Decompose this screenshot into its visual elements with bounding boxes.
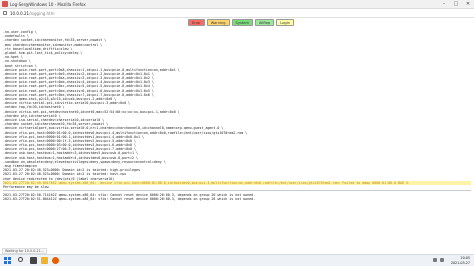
taskbar: Waiting for 10.0.0.21... 20:05 2021-03-2… bbox=[0, 248, 474, 266]
window-title: Log-Ser@Windows 10 - Mozilla Firefox bbox=[10, 2, 86, 7]
url-path: /logging.htm bbox=[29, 11, 55, 16]
log-divider bbox=[3, 190, 471, 192]
system-tray bbox=[433, 258, 444, 262]
page-content: Error Warning System AllRep Login -no-us… bbox=[0, 18, 474, 254]
allrep-filter-button[interactable]: AllRep bbox=[254, 19, 275, 26]
maximize-button[interactable]: □ bbox=[450, 0, 462, 9]
log-line: 2021-03-27T20:02:49.091785Z qemu-system-… bbox=[3, 180, 471, 185]
system-filter-button[interactable]: System bbox=[231, 19, 253, 26]
close-button[interactable]: ✕ bbox=[462, 0, 474, 9]
firefox-icon[interactable] bbox=[52, 257, 59, 264]
log-console: -no-user-config \ -nodefaults \ -chardev s… bbox=[3, 30, 471, 202]
info-icon[interactable] bbox=[3, 11, 7, 15]
minimize-button[interactable]: – bbox=[438, 0, 450, 9]
url-host: 10.0.0.21 bbox=[10, 11, 30, 16]
file-explorer-icon[interactable] bbox=[41, 257, 48, 264]
log-line: 2021-03-27T20:02:51.804412Z qemu-system-… bbox=[3, 197, 256, 202]
windows-start-icon[interactable] bbox=[4, 257, 11, 264]
warning-filter-button[interactable]: Warning bbox=[206, 19, 230, 26]
task-view-icon[interactable] bbox=[30, 257, 37, 264]
search-icon[interactable] bbox=[18, 257, 23, 262]
log-line: Performance may be slow bbox=[3, 184, 49, 189]
window-titlebar: Log-Ser@Windows 10 - Mozilla Firefox – □… bbox=[0, 0, 474, 9]
clock[interactable]: 20:05 2021-03-27 bbox=[451, 256, 470, 265]
volume-icon[interactable] bbox=[440, 258, 444, 262]
log-filter-buttons: Error Warning System AllRep Login bbox=[188, 19, 294, 26]
app-favicon-icon bbox=[2, 1, 8, 7]
error-filter-button[interactable]: Error bbox=[188, 19, 205, 26]
url-text[interactable]: 10.0.0.21/logging.htm bbox=[10, 9, 55, 18]
address-bar[interactable]: 10.0.0.21/logging.htm bbox=[0, 9, 474, 18]
window-controls: – □ ✕ bbox=[438, 0, 474, 9]
clock-date: 2021-03-27 bbox=[450, 260, 470, 265]
login-filter-button[interactable]: Login bbox=[276, 19, 294, 26]
status-text: Waiting for 10.0.0.21... bbox=[2, 248, 47, 254]
network-icon[interactable] bbox=[433, 258, 437, 262]
